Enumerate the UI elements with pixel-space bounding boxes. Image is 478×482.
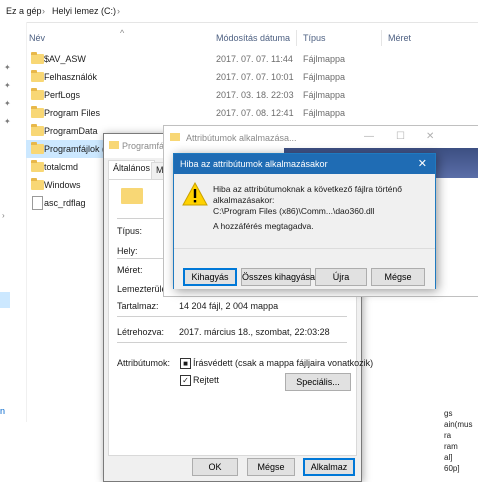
folder-icon (31, 124, 44, 136)
pin-icon: ✦ (4, 99, 11, 108)
file-name: Felhasználók (44, 72, 98, 82)
cancel-button[interactable]: Mégse (371, 268, 425, 286)
column-header: Név ^ Módosítás dátuma Típus Méret (26, 28, 478, 48)
file-name: totalcmd (44, 162, 79, 172)
retry-button[interactable]: Újra (315, 268, 367, 286)
pin-icon: ✦ (4, 117, 11, 126)
minimize-icon[interactable]: — (364, 131, 374, 142)
navigation-pane: ✦ ✦ ✦ ✦ › n (0, 22, 27, 422)
created-value: 2017. március 18., szombat, 22:03:28 (179, 327, 330, 337)
background-text: gs ain(mus ra ram al] 60p] (444, 408, 478, 480)
folder-icon (31, 160, 44, 172)
hidden-label: Rejtett (193, 375, 220, 385)
hidden-checkbox[interactable]: ✓ (180, 375, 191, 386)
maximize-icon[interactable]: ☐ (396, 131, 405, 142)
breadcrumb-this-pc[interactable]: Ez a gép (6, 6, 42, 16)
file-name: ProgramData (44, 126, 98, 136)
apply-button[interactable]: Alkalmaz (303, 458, 355, 476)
divider (117, 342, 347, 343)
error-titlebar[interactable]: Hiba az attribútumok alkalmazásakor ✕ (174, 154, 435, 174)
advanced-button[interactable]: Speciális... (285, 373, 351, 391)
ok-button[interactable]: OK (192, 458, 238, 476)
location-label: Hely: (117, 246, 138, 256)
file-row[interactable]: Program Files 2017. 07. 08. 12:41 Fájlmapp… (26, 104, 478, 122)
folder-icon (170, 133, 180, 141)
tab-general[interactable]: Általános (108, 160, 156, 180)
error-message-line1: Hiba az attribútumoknak a következő fájl… (213, 184, 402, 194)
bg-text-line: 60p] (444, 464, 460, 473)
bg-text-line: ra (444, 431, 452, 440)
warning-icon (182, 182, 208, 206)
column-date[interactable]: Módosítás dátuma (216, 33, 290, 43)
close-icon[interactable]: ✕ (426, 131, 434, 142)
breadcrumb-separator-icon: › (42, 6, 45, 16)
column-size[interactable]: Méret (388, 33, 411, 43)
error-dialog: Hiba az attribútumok alkalmazásakor ✕ Hi… (173, 153, 436, 289)
contains-value: 14 204 fájl, 2 004 mappa (179, 301, 279, 311)
file-name: Windows (44, 180, 81, 190)
file-name: asc_rdflag (44, 198, 86, 208)
nav-item-partial[interactable]: n (0, 406, 5, 416)
file-row[interactable]: PerfLogs 2017. 03. 18. 22:03 Fájlmappa (26, 86, 478, 104)
file-type: Fájlmappa (303, 108, 346, 118)
error-message-line2: alkalmazásakor: (213, 195, 275, 205)
nav-selected-item[interactable] (0, 292, 10, 308)
created-label: Létrehozva: (117, 327, 165, 337)
file-name: $AV_ASW (44, 54, 86, 64)
readonly-label: Írásvédett (csak a mappa fájljaira vonat… (193, 358, 374, 368)
folder-icon (109, 141, 119, 149)
bg-text-line: ain(mus (444, 420, 473, 429)
breadcrumb-local-disk[interactable]: Helyi lemez (C:) (52, 6, 116, 16)
column-separator[interactable] (296, 30, 297, 46)
file-icon (32, 196, 43, 210)
breadcrumb-separator-icon: › (117, 6, 120, 16)
file-name: Program Files (44, 108, 101, 118)
attributes-label: Attribútumok: (117, 358, 171, 368)
folder-icon (31, 88, 44, 100)
error-title: Hiba az attribútumok alkalmazásakor (180, 159, 328, 169)
folder-icon (31, 178, 44, 190)
pin-icon: ✦ (4, 81, 11, 90)
file-row[interactable]: Felhasználók 2017. 07. 07. 10:01 Fájlmappa (26, 68, 478, 86)
file-type: Fájlmappa (303, 54, 346, 64)
folder-icon (31, 106, 44, 118)
column-type[interactable]: Típus (303, 33, 326, 43)
file-row[interactable]: $AV_ASW 2017. 07. 07. 11:44 Fájlmappa (26, 50, 478, 68)
bg-text-line: ram (444, 442, 458, 451)
folder-icon (31, 52, 44, 64)
properties-title: Programfá (122, 141, 165, 151)
error-file-path: C:\Program Files (x86)\Comm...\dao360.dl… (213, 206, 375, 216)
file-date: 2017. 07. 07. 10:01 (216, 72, 294, 82)
size-label: Méret: (117, 265, 143, 275)
file-date: 2017. 03. 18. 22:03 (216, 90, 294, 100)
collapse-arrow-icon[interactable]: › (2, 212, 10, 220)
large-folder-icon (121, 188, 143, 204)
file-type: Fájlmappa (303, 90, 346, 100)
ignore-all-button[interactable]: Összes kihagyása (241, 268, 315, 286)
bg-text-line: al] (444, 453, 453, 462)
type-label: Típus: (117, 226, 143, 236)
folder-icon (31, 142, 44, 154)
error-detail: A hozzáférés megtagadva. (213, 221, 314, 231)
apply-window-title: Attribútumok alkalmazása... (186, 133, 297, 143)
contains-label: Tartalmaz: (117, 301, 159, 311)
file-name: PerfLogs (44, 90, 81, 100)
folder-icon (31, 70, 44, 82)
ignore-button[interactable]: Kihagyás (183, 268, 237, 286)
file-type: Fájlmappa (303, 72, 346, 82)
pin-icon: ✦ (4, 63, 11, 72)
close-icon[interactable]: ✕ (418, 157, 427, 170)
file-date: 2017. 07. 08. 12:41 (216, 108, 294, 118)
sort-chevron-icon: ^ (120, 28, 125, 38)
divider (117, 316, 347, 317)
readonly-checkbox[interactable]: ■ (180, 358, 191, 369)
address-bar[interactable]: Ez a gép › Helyi lemez (C:) › (0, 0, 478, 23)
cancel-button[interactable]: Mégse (247, 458, 295, 476)
column-separator[interactable] (381, 30, 382, 46)
bg-text-line: gs (444, 409, 453, 418)
file-date: 2017. 07. 07. 11:44 (216, 54, 293, 64)
column-name[interactable]: Név (29, 33, 45, 43)
